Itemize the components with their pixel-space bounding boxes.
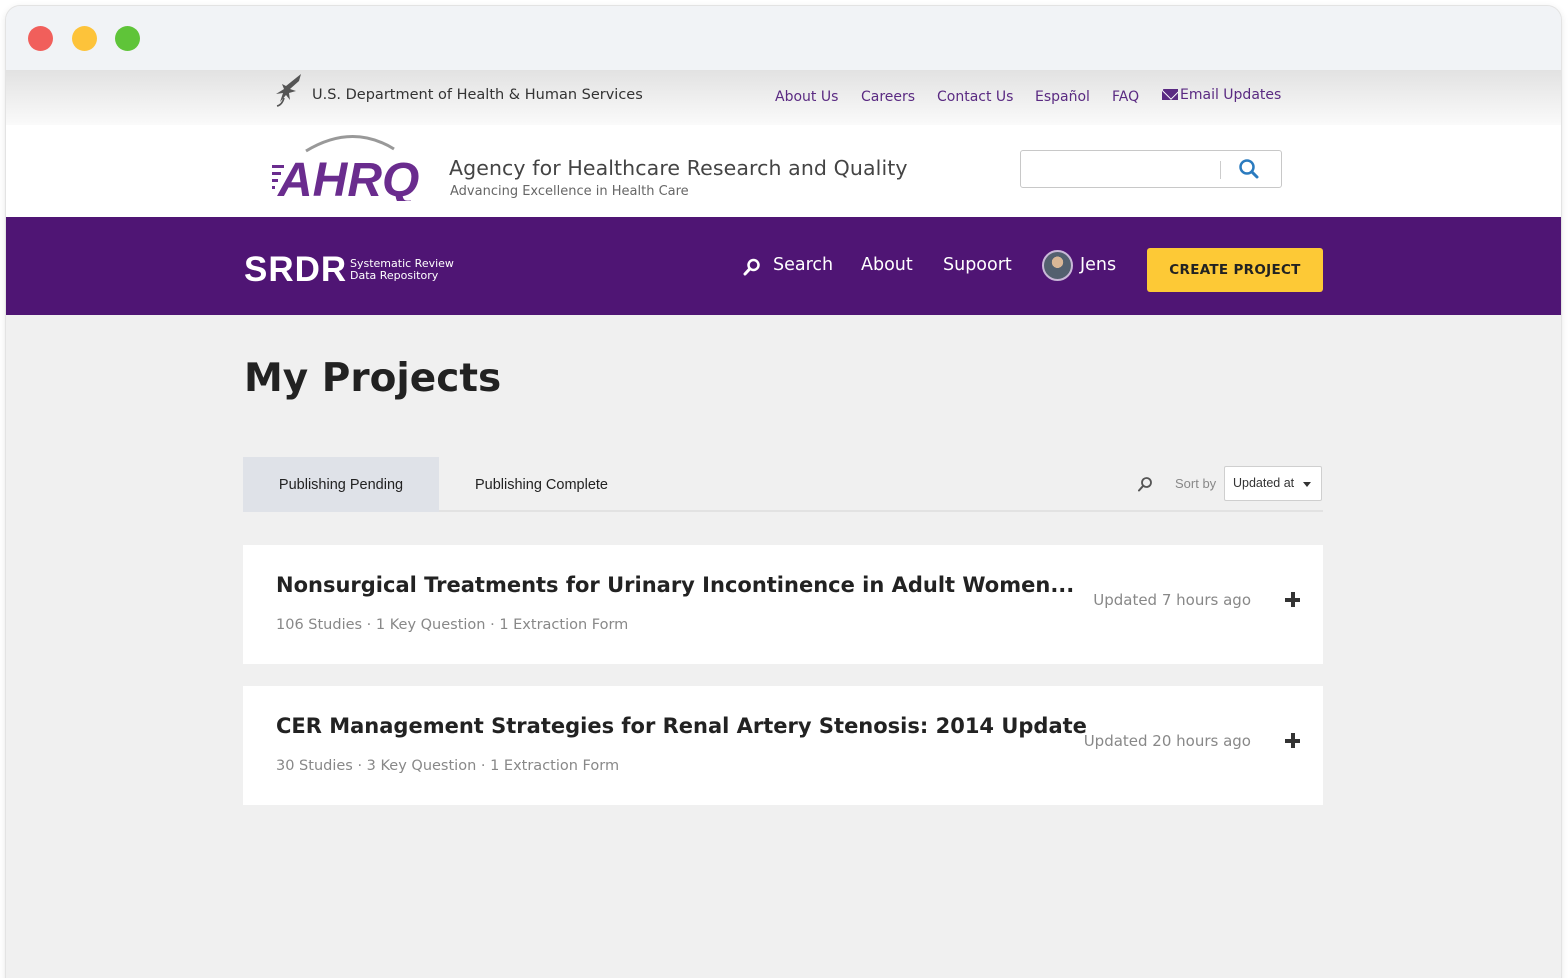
avatar[interactable] [1042,250,1073,281]
project-meta: 30 Studies · 3 Key Question · 1 Extracti… [276,758,620,774]
project-title[interactable]: Nonsurgical Treatments for Urinary Incon… [276,573,1074,597]
about-us-link[interactable]: About Us [775,89,838,105]
search-icon[interactable] [1237,157,1261,181]
page-title: My Projects [244,356,502,401]
email-updates-label: Email Updates [1180,87,1282,103]
maximize-window-button[interactable] [115,26,140,51]
tab-publishing-complete[interactable]: Publishing Complete [439,457,644,512]
project-updated: Updated 7 hours ago [1093,591,1251,609]
mail-icon [1162,89,1178,100]
close-window-button[interactable] [28,26,53,51]
sort-by-label: Sort by [1175,476,1217,491]
careers-link[interactable]: Careers [861,89,915,105]
hhs-title: U.S. Department of Health & Human Servic… [312,87,643,103]
hhs-eagle-icon [276,74,301,107]
tab-publishing-pending[interactable]: Publishing Pending [243,457,439,512]
sort-select[interactable]: Updated at [1224,466,1322,501]
plus-icon[interactable] [1285,733,1300,748]
nav-support-link[interactable]: Supoort [943,255,1012,275]
project-card[interactable]: CER Management Strategies for Renal Arte… [243,686,1323,805]
nav-about-link[interactable]: About [861,255,913,275]
search-icon [743,258,760,276]
window-titlebar [6,6,1561,70]
plus-icon[interactable] [1285,592,1300,607]
search-icon[interactable] [1137,476,1153,492]
browser-window: U.S. Department of Health & Human Servic… [6,6,1561,978]
project-tabs-bar: Publishing Pending Publishing Complete S… [243,457,1323,512]
sort-selected-value: Updated at [1233,476,1295,490]
contact-us-link[interactable]: Contact Us [937,89,1013,105]
ahrq-logo[interactable]: AHRQ [272,129,442,201]
srdr-logo[interactable]: SRDR Systematic Review Data Repository [244,250,474,286]
site-search-input[interactable] [1029,158,1217,180]
agency-name: Agency for Healthcare Research and Quali… [449,156,908,180]
nav-search-link[interactable]: Search [773,255,833,275]
srdr-logo-text: SRDR [244,250,347,286]
agency-tagline: Advancing Excellence in Health Care [450,184,689,199]
espanol-link[interactable]: Español [1035,89,1090,105]
create-project-button[interactable]: CREATE PROJECT [1147,248,1323,292]
minimize-window-button[interactable] [72,26,97,51]
site-search-box [1020,150,1282,188]
faq-link[interactable]: FAQ [1112,89,1139,105]
hhs-top-bar: U.S. Department of Health & Human Servic… [6,70,1561,125]
caret-down-icon [1303,482,1311,487]
project-title[interactable]: CER Management Strategies for Renal Arte… [276,714,1087,738]
project-updated: Updated 20 hours ago [1083,732,1251,750]
email-updates-link[interactable]: Email Updates [1162,87,1281,103]
ahrq-logo-text: AHRQ [277,154,419,201]
agency-header: AHRQ Agency for Healthcare Research and … [6,125,1561,217]
search-divider [1220,161,1221,179]
srdr-logo-sub2: Data Repository [350,269,439,282]
project-card[interactable]: Nonsurgical Treatments for Urinary Incon… [243,545,1323,664]
project-meta: 106 Studies · 1 Key Question · 1 Extract… [276,617,629,633]
nav-user-link[interactable]: Jens [1080,255,1116,275]
main-navigation: SRDR Systematic Review Data Repository S… [6,217,1561,315]
